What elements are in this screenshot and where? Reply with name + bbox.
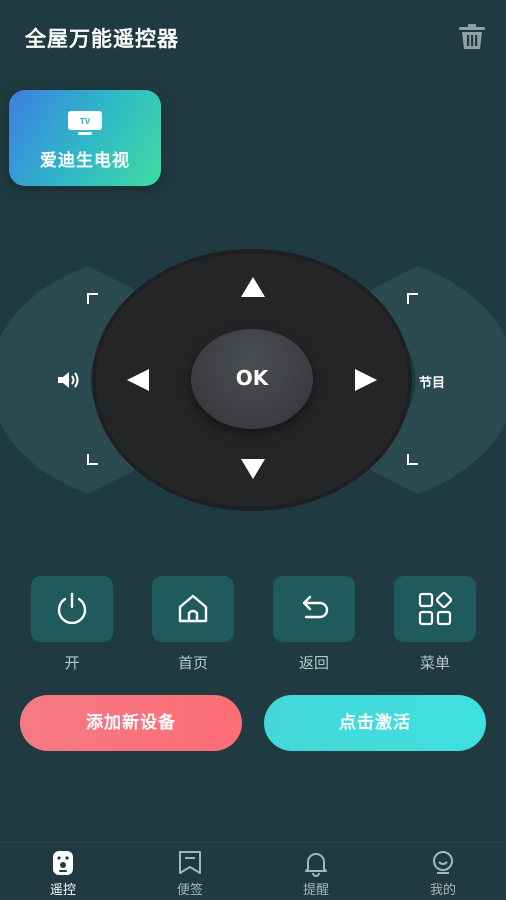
up-arrow-button[interactable] bbox=[240, 276, 266, 298]
tab-reminders-label: 提醒 bbox=[302, 883, 329, 898]
note-icon bbox=[179, 851, 201, 874]
app-title: 全屋万能遥控器 bbox=[25, 27, 179, 51]
menu-action[interactable]: 菜单 bbox=[394, 576, 476, 672]
tab-remote-label: 遥控 bbox=[49, 883, 76, 898]
volume-down-button[interactable] bbox=[86, 452, 100, 466]
power-label: 开 bbox=[64, 654, 80, 672]
trash-icon[interactable] bbox=[458, 24, 486, 50]
activate-button[interactable]: 点击激活 bbox=[264, 695, 486, 751]
ok-button[interactable]: OK bbox=[191, 329, 313, 429]
menu-tile[interactable] bbox=[394, 576, 476, 642]
back-action[interactable]: 返回 bbox=[273, 576, 355, 672]
header: 全屋万能遥控器 bbox=[0, 0, 506, 76]
menu-label: 菜单 bbox=[419, 654, 450, 672]
down-arrow-button[interactable] bbox=[240, 458, 266, 480]
home-label: 首页 bbox=[177, 654, 208, 672]
tab-notes[interactable]: 便签 bbox=[150, 843, 230, 900]
tv-icon: TV bbox=[68, 111, 102, 135]
device-name: 爱迪生电视 bbox=[40, 151, 130, 171]
remote-icon bbox=[53, 851, 73, 875]
right-arrow-button[interactable] bbox=[354, 368, 378, 392]
power-action[interactable]: 开 bbox=[31, 576, 113, 672]
channel-label: 节目 bbox=[419, 376, 446, 391]
add-device-button[interactable]: 添加新设备 bbox=[20, 695, 242, 751]
tab-remote[interactable]: 遥控 bbox=[23, 843, 103, 900]
home-icon bbox=[178, 594, 208, 623]
channel-up-button[interactable] bbox=[406, 292, 420, 306]
tab-profile-label: 我的 bbox=[429, 883, 456, 898]
left-arrow-button[interactable] bbox=[126, 368, 150, 392]
quick-actions: 开 首页 返回 菜单 bbox=[0, 576, 506, 676]
device-card[interactable]: TV 爱迪生电视 bbox=[9, 90, 161, 186]
power-tile[interactable] bbox=[31, 576, 113, 642]
bell-icon bbox=[305, 853, 327, 877]
home-action[interactable]: 首页 bbox=[152, 576, 234, 672]
tab-notes-label: 便签 bbox=[176, 883, 203, 898]
profile-icon bbox=[433, 851, 453, 874]
volume-up-button[interactable] bbox=[86, 292, 100, 306]
menu-icon bbox=[418, 591, 453, 626]
tv-icon-text: TV bbox=[80, 117, 91, 126]
tab-bar: 遥控 便签 提醒 我的 bbox=[0, 842, 506, 900]
tab-profile[interactable]: 我的 bbox=[403, 843, 483, 900]
remote-pad: 节目 OK bbox=[0, 240, 506, 520]
channel-down-button[interactable] bbox=[406, 452, 420, 466]
power-icon bbox=[57, 592, 87, 625]
back-icon bbox=[302, 595, 329, 619]
back-tile[interactable] bbox=[273, 576, 355, 642]
home-tile[interactable] bbox=[152, 576, 234, 642]
tab-reminders[interactable]: 提醒 bbox=[276, 843, 356, 900]
back-label: 返回 bbox=[298, 654, 329, 672]
ok-label: OK bbox=[235, 366, 269, 390]
volume-icon bbox=[58, 372, 79, 388]
